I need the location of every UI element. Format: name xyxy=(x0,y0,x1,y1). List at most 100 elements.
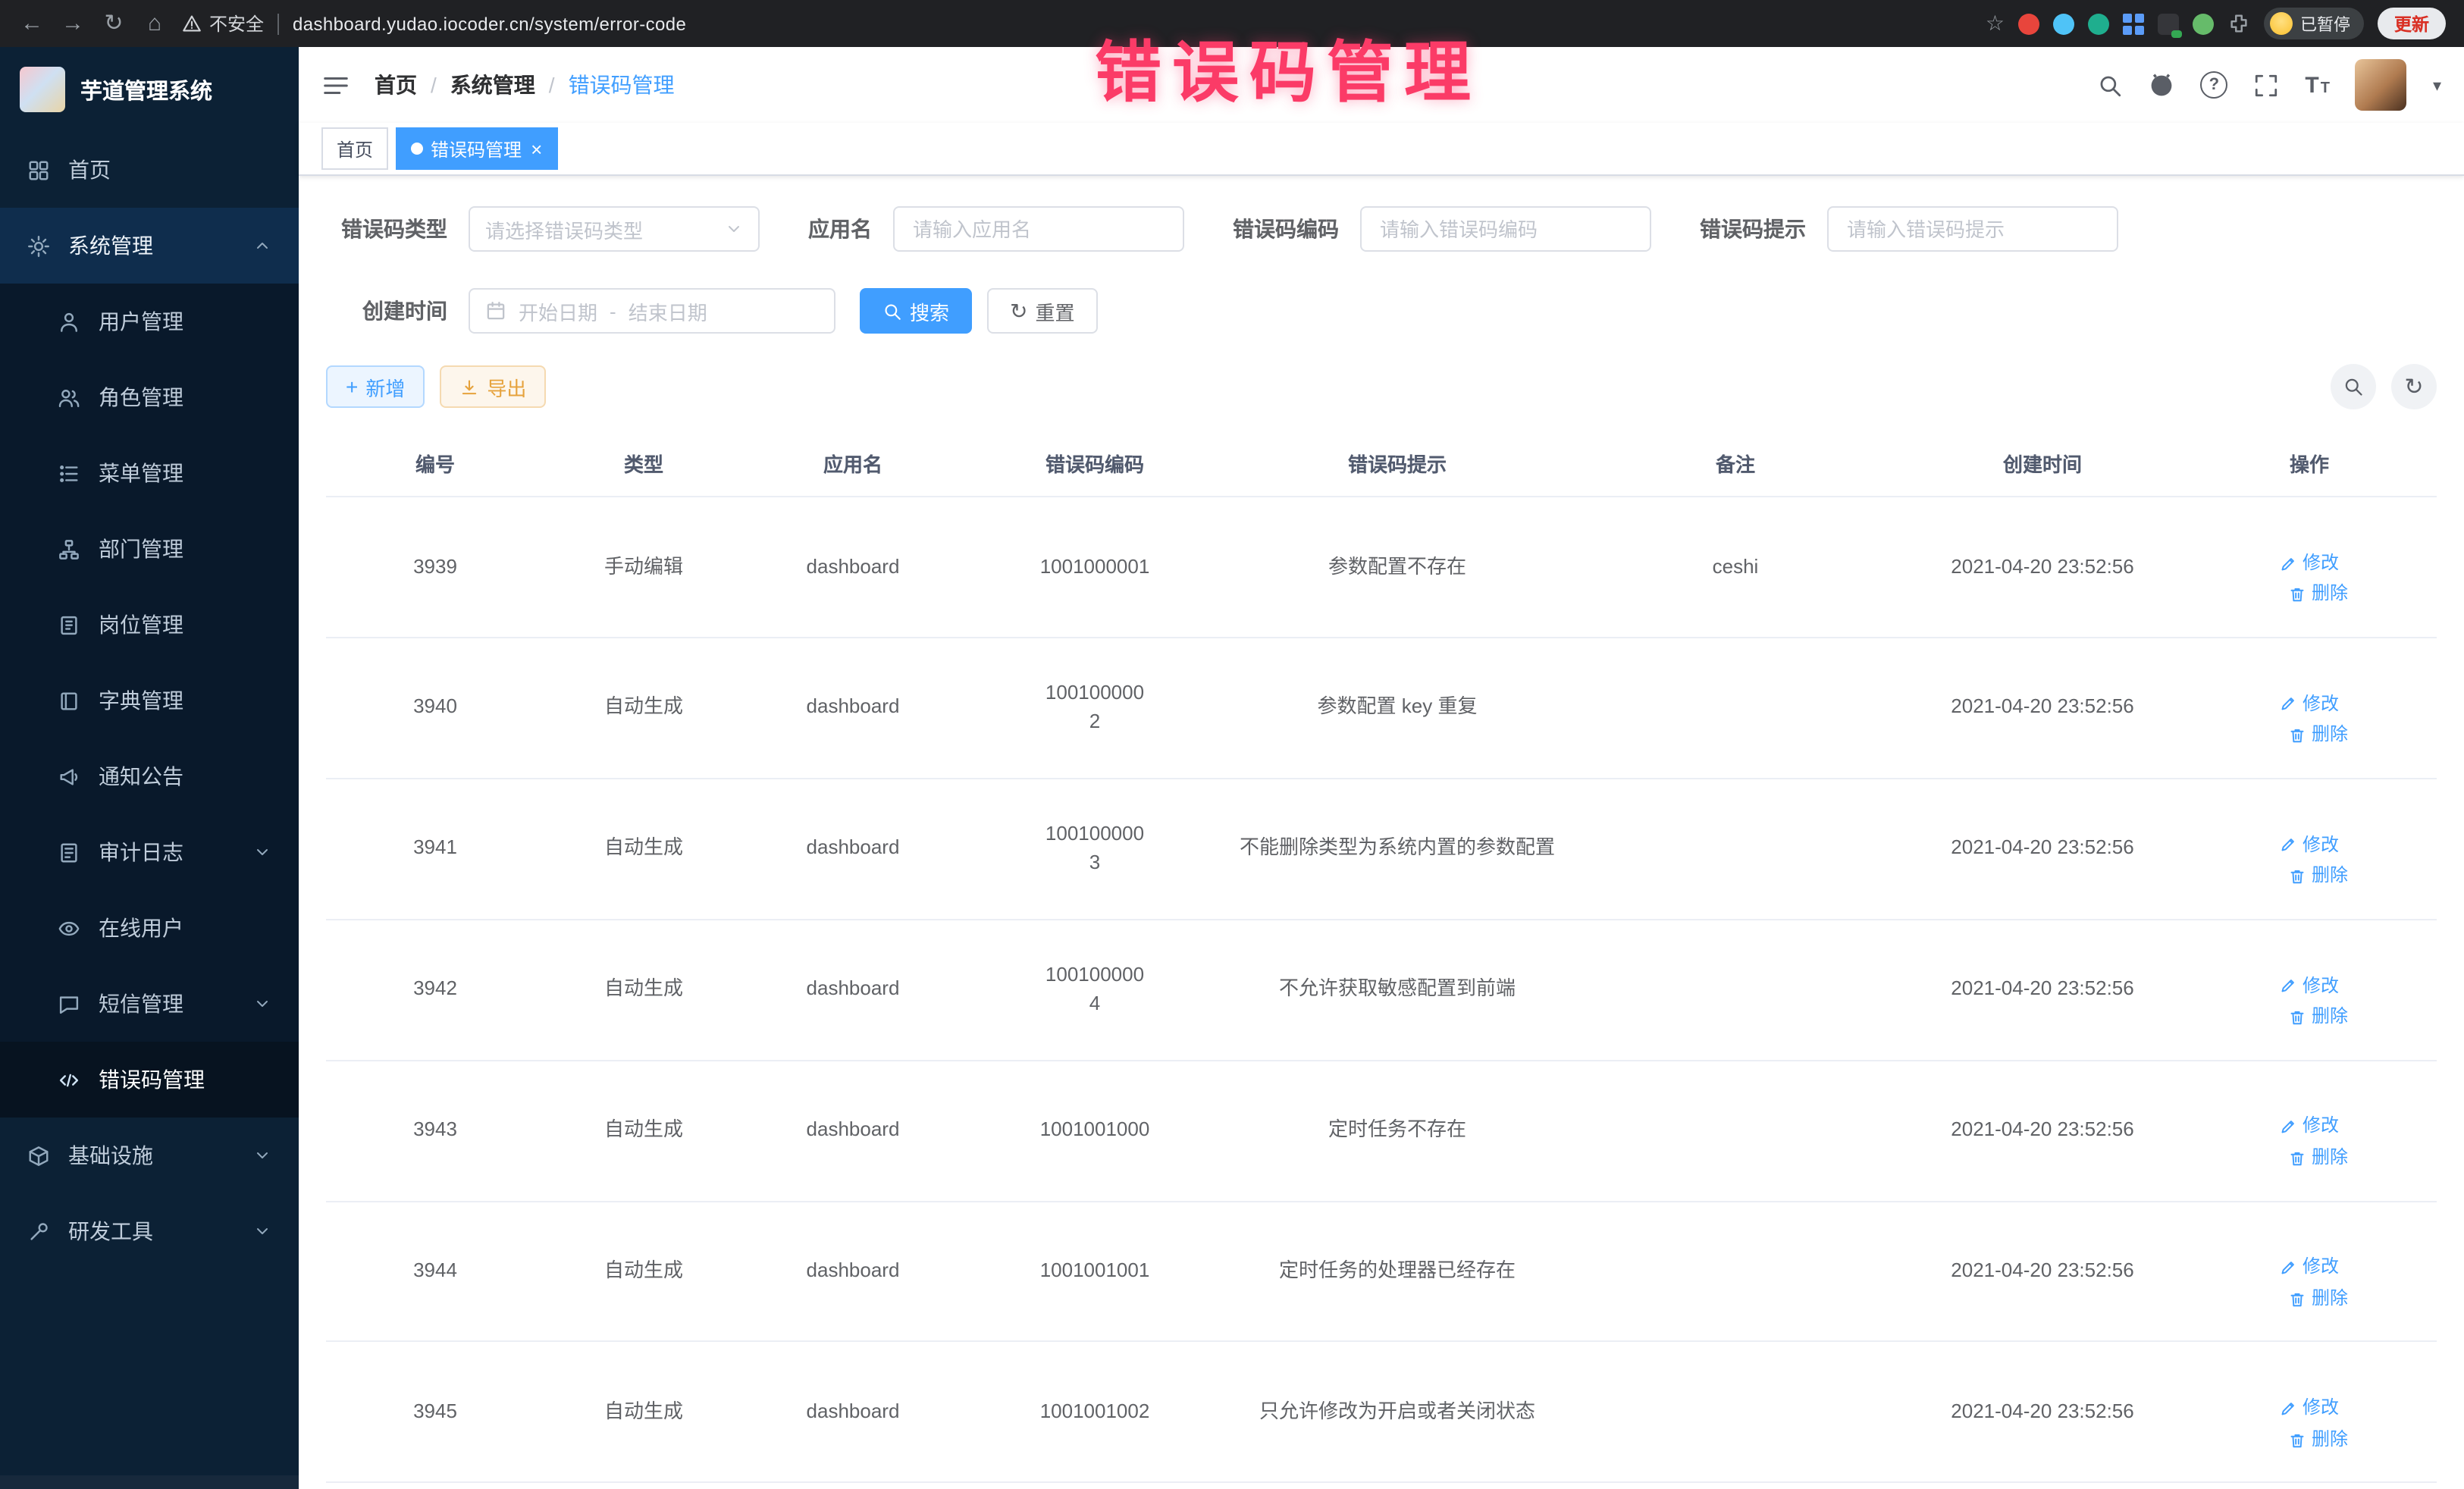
sidebar-item-posts[interactable]: 岗位管理 xyxy=(0,587,299,663)
breadcrumb-item[interactable]: 首页 xyxy=(375,70,417,100)
filter-error-code: 错误码编码 xyxy=(1233,206,1651,252)
browser-home-button[interactable]: ⌂ xyxy=(141,12,168,35)
cell-id: 3941 xyxy=(326,779,544,920)
sidebar-item-online-users[interactable]: 在线用户 xyxy=(0,890,299,966)
cell-time: 2021-04-20 23:52:56 xyxy=(1903,638,2182,779)
app-name-input[interactable] xyxy=(910,216,1168,242)
tab-home[interactable]: 首页 xyxy=(321,127,388,170)
extension-icon[interactable] xyxy=(2193,13,2214,34)
browser-reload-button[interactable]: ↻ xyxy=(100,12,127,35)
edit-link[interactable]: 修改 xyxy=(2280,1255,2339,1281)
table-row: 3945 自动生成 dashboard 1001001002 只允许修改为开启或… xyxy=(326,1342,2437,1483)
error-code-table: 编号 类型 应用名 错误码编码 错误码提示 备注 创建时间 操作 xyxy=(326,431,2437,1489)
github-icon[interactable] xyxy=(2149,72,2174,98)
sidebar-item-infrastructure[interactable]: 基础设施 xyxy=(0,1118,299,1193)
tab-label: 首页 xyxy=(337,136,373,161)
chevron-down-icon xyxy=(253,995,271,1013)
edit-link[interactable]: 修改 xyxy=(2280,1114,2339,1140)
sidebar-item-sms[interactable]: 短信管理 xyxy=(0,966,299,1042)
sidebar-item-roles[interactable]: 角色管理 xyxy=(0,359,299,435)
hamburger-icon[interactable] xyxy=(321,71,350,99)
search-button[interactable]: 搜索 xyxy=(860,288,972,334)
cell-hint: 只允许修改为开启或者关闭状态 xyxy=(1227,1342,1568,1483)
caret-down-icon[interactable]: ▾ xyxy=(2433,75,2441,95)
extension-icon[interactable] xyxy=(2158,13,2179,34)
date-range-picker[interactable]: 开始日期 - 结束日期 xyxy=(469,288,835,334)
browser-back-button[interactable]: ← xyxy=(18,12,45,35)
help-icon[interactable]: ? xyxy=(2200,71,2227,99)
bookmark-star-icon[interactable]: ☆ xyxy=(1986,11,2005,36)
extension-icon[interactable] xyxy=(2053,13,2074,34)
delete-link[interactable]: 删除 xyxy=(2289,581,2348,608)
cell-time: 2021-04-20 23:52:56 xyxy=(1903,1201,2182,1342)
extension-icon[interactable] xyxy=(2088,13,2109,34)
cell-time: 2021-04-20 23:52:56 xyxy=(1903,1342,2182,1483)
cell-remark: ceshi xyxy=(1568,497,1903,638)
cell-id: 3946 xyxy=(326,1483,544,1489)
error-hint-input[interactable] xyxy=(1844,216,2102,242)
delete-link[interactable]: 删除 xyxy=(2289,1427,2348,1453)
refresh-table-button[interactable]: ↻ xyxy=(2391,364,2437,409)
cell-app: dashboard xyxy=(743,919,963,1060)
font-size-icon[interactable]: TT xyxy=(2305,74,2330,96)
sidebar-item-users[interactable]: 用户管理 xyxy=(0,284,299,359)
edit-link[interactable]: 修改 xyxy=(2280,1396,2339,1422)
delete-link[interactable]: 删除 xyxy=(2289,1286,2348,1312)
sidebar-item-notices[interactable]: 通知公告 xyxy=(0,738,299,814)
cell-app: dashboard xyxy=(743,638,963,779)
error-code-input[interactable] xyxy=(1377,216,1635,242)
error-type-select[interactable]: 请选择错误码类型 xyxy=(469,206,760,252)
edit-link[interactable]: 修改 xyxy=(2280,832,2339,858)
cell-hint: 参数配置 key 重复 xyxy=(1227,638,1568,779)
cell-actions: 修改 删除 xyxy=(2182,497,2437,638)
edit-link[interactable]: 修改 xyxy=(2280,973,2339,999)
add-button[interactable]: + 新增 xyxy=(326,365,425,408)
sidebar-item-dicts[interactable]: 字典管理 xyxy=(0,663,299,738)
extension-icon[interactable] xyxy=(2123,13,2144,34)
cell-code: 1001001002 xyxy=(963,1342,1227,1483)
reset-button[interactable]: ↻ 重置 xyxy=(987,288,1098,334)
cell-time: 2021-04-20 23:52:56 xyxy=(1903,497,2182,638)
cell-time: 2021-04-20 23:52:56 xyxy=(1903,919,2182,1060)
browser-forward-button[interactable]: → xyxy=(59,12,86,35)
site-security-chip[interactable]: 不安全 xyxy=(182,11,264,36)
close-icon[interactable]: × xyxy=(531,137,542,160)
sidebar-item-home[interactable]: 首页 xyxy=(0,132,299,208)
date-separator: - xyxy=(610,299,616,322)
sidebar-item-audit-logs[interactable]: 审计日志 xyxy=(0,814,299,890)
edit-link[interactable]: 修改 xyxy=(2280,550,2339,577)
cell-remark xyxy=(1568,1483,1903,1489)
filter-create-time: 创建时间 开始日期 - 结束日期 xyxy=(326,288,835,334)
delete-link[interactable]: 删除 xyxy=(2289,863,2348,889)
profile-paused-badge[interactable]: 已暂停 xyxy=(2264,8,2364,39)
cell-remark xyxy=(1568,919,1903,1060)
extension-icon[interactable] xyxy=(2018,13,2039,34)
fullscreen-icon[interactable] xyxy=(2253,72,2279,98)
filter-error-hint: 错误码提示 xyxy=(1700,206,2118,252)
sidebar-item-departments[interactable]: 部门管理 xyxy=(0,511,299,587)
sidebar-item-menus[interactable]: 菜单管理 xyxy=(0,435,299,511)
export-button[interactable]: 导出 xyxy=(440,365,546,408)
toggle-search-button[interactable] xyxy=(2331,364,2376,409)
delete-link[interactable]: 删除 xyxy=(2289,1145,2348,1171)
address-bar-url[interactable]: dashboard.yudao.iocoder.cn/system/error-… xyxy=(293,13,686,34)
table-header: 编号 类型 应用名 错误码编码 错误码提示 备注 创建时间 操作 xyxy=(326,431,2437,497)
extensions-puzzle-icon[interactable] xyxy=(2227,12,2250,35)
breadcrumb-item[interactable]: 系统管理 xyxy=(450,70,535,100)
breadcrumb-item-current[interactable]: 错误码管理 xyxy=(569,70,675,100)
browser-update-button[interactable]: 更新 xyxy=(2378,8,2446,39)
sidebar-logo[interactable]: 芋道管理系统 xyxy=(0,47,299,132)
filter-label: 错误码提示 xyxy=(1700,214,1806,244)
sidebar-item-system[interactable]: 系统管理 xyxy=(0,208,299,284)
edit-link[interactable]: 修改 xyxy=(2280,691,2339,718)
sidebar-item-error-codes[interactable]: 错误码管理 xyxy=(0,1042,299,1118)
user-avatar[interactable] xyxy=(2356,59,2407,111)
delete-link[interactable]: 删除 xyxy=(2289,1004,2348,1030)
search-icon xyxy=(882,301,902,321)
cell-app: dashboard xyxy=(743,1483,963,1489)
sidebar-item-label: 短信管理 xyxy=(99,989,183,1019)
search-icon[interactable] xyxy=(2097,72,2123,98)
sidebar-item-dev-tools[interactable]: 研发工具 xyxy=(0,1193,299,1269)
delete-link[interactable]: 删除 xyxy=(2289,723,2348,749)
tab-error-codes[interactable]: 错误码管理 × xyxy=(396,127,557,170)
